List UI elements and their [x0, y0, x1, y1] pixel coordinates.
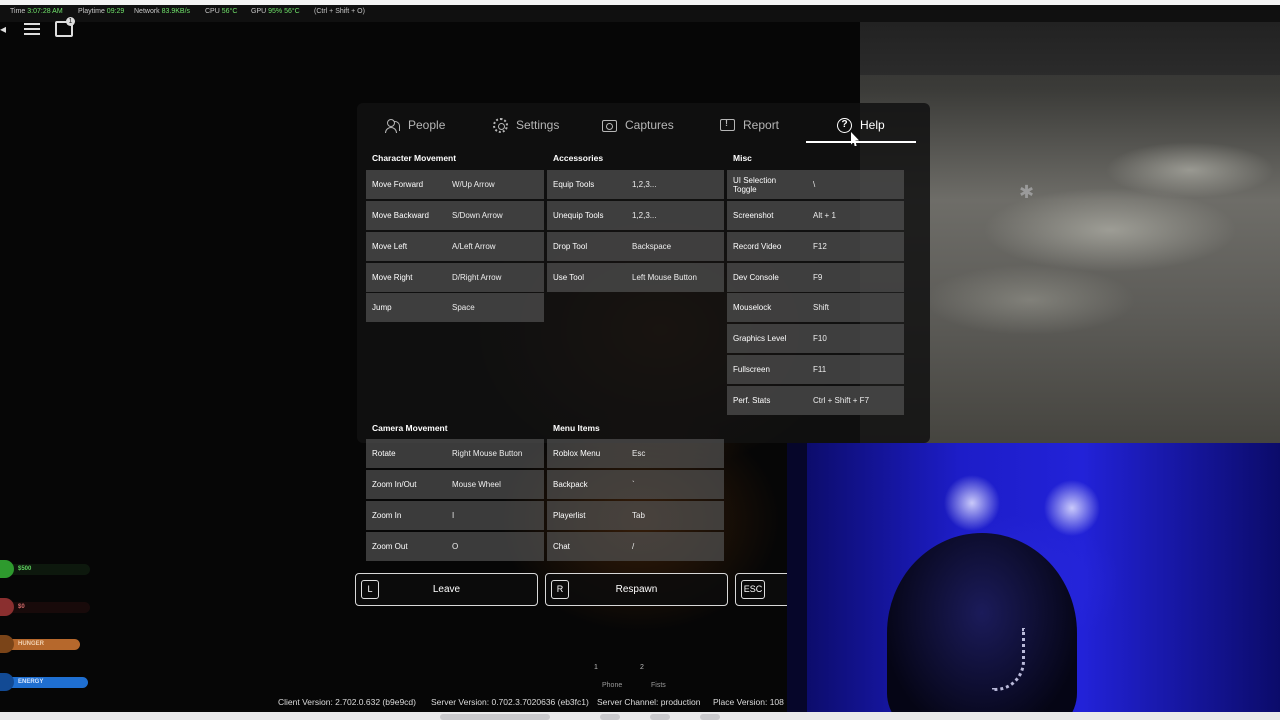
- chat-badge: 1: [66, 17, 75, 26]
- stat-time: Time 3:07:28 AM: [10, 8, 63, 15]
- keybind-row: Record Video F12: [727, 232, 904, 261]
- stats-bar: Time 3:07:28 AM Playtime 09:29 Network 8…: [0, 0, 1280, 22]
- camera-icon: [602, 120, 617, 132]
- taskbar-item[interactable]: [700, 714, 720, 720]
- section-title-menu-items: Menu Items: [553, 423, 600, 433]
- keybind-row: Zoom Out O: [366, 532, 544, 561]
- respawn-button[interactable]: R Respawn: [545, 573, 728, 606]
- taskbar-item[interactable]: [440, 714, 550, 720]
- section-title-misc: Misc: [733, 153, 752, 163]
- resume-button[interactable]: ESC: [735, 573, 795, 606]
- keybind-row: Drop Tool Backspace: [547, 232, 724, 261]
- tab-captures[interactable]: Captures: [602, 115, 674, 135]
- streamer-silhouette: [887, 533, 1077, 720]
- keybind-row: Rotate Right Mouse Button: [366, 439, 544, 468]
- hotbar-slot-number: 2: [640, 664, 644, 671]
- client-version: Client Version: 2.702.0.632 (b9e9cd): [278, 697, 416, 707]
- taskbar-item[interactable]: [650, 714, 670, 720]
- keybind-row: Roblox Menu Esc: [547, 439, 724, 468]
- gear-icon: [493, 117, 508, 133]
- keybind-row: Use Tool Left Mouse Button: [547, 263, 724, 292]
- button-label: Respawn: [615, 584, 658, 595]
- leave-button[interactable]: L Leave: [355, 573, 538, 606]
- key-hint: ESC: [741, 580, 765, 599]
- tab-label: Report: [743, 118, 780, 132]
- hotbar-slot-fists[interactable]: Fists: [651, 682, 666, 689]
- hotbar-slot-phone[interactable]: Phone: [602, 682, 622, 689]
- report-icon: [720, 118, 735, 131]
- stat-network: Network 83.9KB/s: [134, 8, 191, 15]
- help-icon: ?: [837, 117, 852, 133]
- stat-playtime: Playtime 09:29: [78, 8, 125, 15]
- keybind-row: Move Backward S/Down Arrow: [366, 201, 544, 230]
- keybind-row: Jump Space: [366, 293, 544, 322]
- server-version: Server Version: 0.702.3.7020636 (eb3fc1): [431, 697, 589, 707]
- keybind-row: Screenshot Alt + 1: [727, 201, 904, 230]
- section-title-character-movement: Character Movement: [372, 153, 457, 163]
- stat-gpu: GPU 95% 56°C: [251, 8, 300, 15]
- server-channel: Server Channel: production: [597, 697, 701, 707]
- tab-label: Captures: [625, 118, 674, 132]
- section-title-camera-movement: Camera Movement: [372, 423, 448, 433]
- keybind-row: UI Selection Toggle \: [727, 170, 904, 199]
- keybind-row: Backpack `: [547, 470, 724, 499]
- sparkle-icon: ✱: [1019, 182, 1035, 202]
- keybind-row: Move Right D/Right Arrow: [366, 263, 544, 292]
- tab-label: People: [408, 118, 446, 132]
- keybind-row: Chat /: [547, 532, 724, 561]
- keybind-row: Zoom In/Out Mouse Wheel: [366, 470, 544, 499]
- menu-hamburger-icon[interactable]: [24, 20, 40, 36]
- tab-people[interactable]: People: [385, 115, 445, 135]
- active-tab-indicator: [806, 141, 916, 143]
- place-version: Place Version: 108: [713, 697, 784, 707]
- keybind-row: Perf. Stats Ctrl + Shift + F7: [727, 386, 904, 415]
- menu-tabs: People Settings Captures Report ? Help: [357, 103, 930, 145]
- keybind-row: Unequip Tools 1,2,3...: [547, 201, 724, 230]
- back-arrow-icon[interactable]: ◂: [0, 22, 6, 36]
- stat-shortcut: (Ctrl + Shift + O): [314, 8, 365, 15]
- tab-label: Help: [860, 118, 885, 132]
- button-label: Leave: [432, 584, 461, 595]
- top-strip: [0, 0, 1280, 5]
- webcam-overlay: [787, 443, 1280, 720]
- section-title-accessories: Accessories: [553, 153, 604, 163]
- keybind-row: Move Left A/Left Arrow: [366, 232, 544, 261]
- keybind-row: Move Forward W/Up Arrow: [366, 170, 544, 199]
- os-taskbar: [0, 712, 1280, 720]
- keybind-row: Dev Console F9: [727, 263, 904, 292]
- keybind-row: Playerlist Tab: [547, 501, 724, 530]
- stat-cpu: CPU 56°C: [205, 8, 238, 15]
- hotbar-slot-number: 1: [594, 664, 598, 671]
- taskbar-item[interactable]: [600, 714, 620, 720]
- tab-label: Settings: [516, 118, 560, 132]
- keybind-row: Mouselock Shift: [727, 293, 904, 322]
- tab-settings[interactable]: Settings: [493, 115, 559, 135]
- keybind-row: Graphics Level F10: [727, 324, 904, 353]
- people-icon: [385, 118, 400, 133]
- keybind-row: Equip Tools 1,2,3...: [547, 170, 724, 199]
- tab-help[interactable]: ? Help: [837, 115, 885, 135]
- keybind-row: Fullscreen F11: [727, 355, 904, 384]
- keybind-row: Zoom In I: [366, 501, 544, 530]
- tab-report[interactable]: Report: [720, 115, 779, 135]
